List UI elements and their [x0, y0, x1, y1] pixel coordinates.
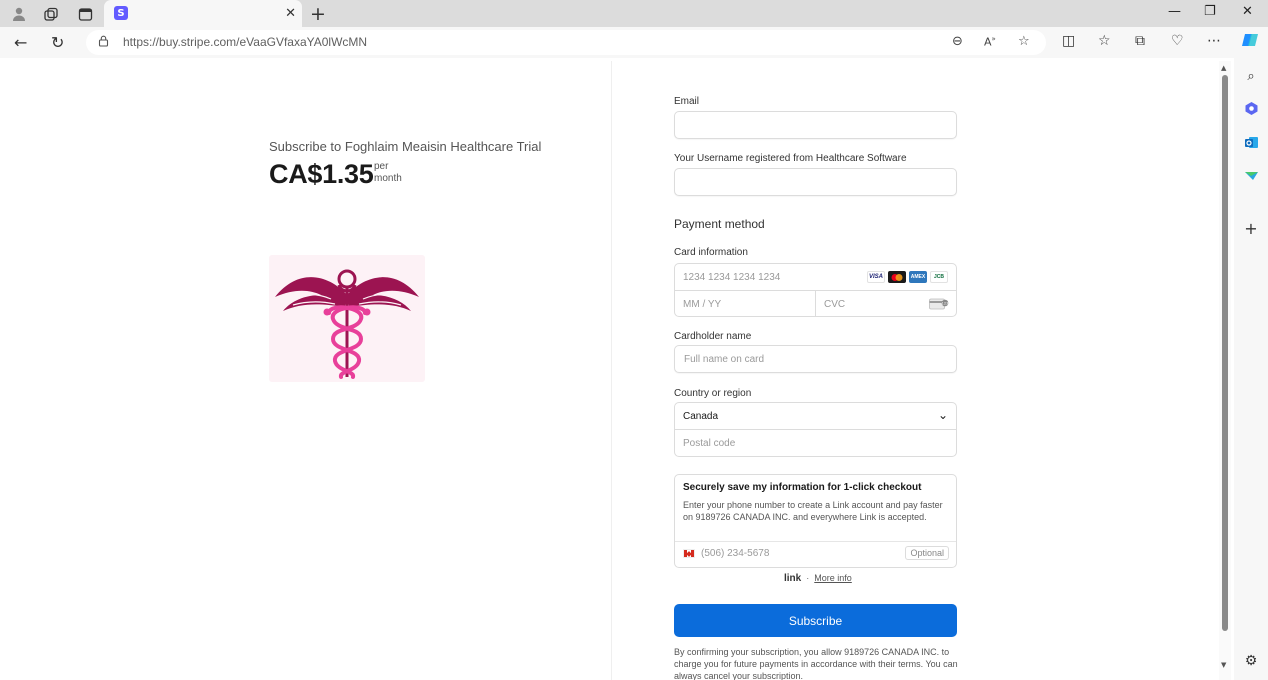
lock-icon[interactable]: [98, 35, 109, 50]
scroll-down-icon[interactable]: ▼: [1221, 661, 1226, 669]
tab-strip: S ✕ + — ❐ ✕: [0, 0, 1268, 27]
username-input[interactable]: [675, 169, 956, 195]
favorites-icon[interactable]: ☆: [1098, 33, 1111, 49]
workspaces-icon[interactable]: [42, 5, 60, 23]
edge-sidebar: ⌕ + ⚙: [1234, 58, 1268, 680]
email-field[interactable]: [674, 111, 957, 139]
email-label: Email: [674, 96, 700, 107]
country-select[interactable]: Canada ⌄: [675, 403, 956, 430]
scroll-up-icon[interactable]: ▲: [1221, 64, 1226, 72]
more-icon[interactable]: ⋯: [1207, 33, 1221, 49]
link-separator: [675, 541, 956, 542]
subscription-terms: By confirming your subscription, you all…: [674, 647, 958, 680]
username-field[interactable]: [674, 168, 957, 196]
country-value: Canada: [683, 411, 719, 422]
card-info-label: Card information: [674, 247, 748, 258]
add-icon[interactable]: +: [1242, 219, 1260, 238]
expiry-input[interactable]: MM / YY: [683, 299, 721, 310]
amex-icon: AMEX: [909, 271, 927, 283]
payment-method-title: Payment method: [674, 217, 765, 231]
svg-text:123: 123: [942, 301, 949, 305]
split-screen-icon[interactable]: ◫: [1062, 33, 1075, 49]
card-number-row[interactable]: 1234 1234 1234 1234 VISA AMEX JCB: [675, 264, 956, 291]
cardholder-label: Cardholder name: [674, 331, 752, 342]
mastercard-icon: [888, 271, 906, 283]
price-interval-line2: month: [374, 173, 402, 184]
link-footer: link · More info: [784, 573, 852, 584]
price-interval-line1: per: [374, 161, 389, 172]
link-footer-dot: ·: [803, 573, 812, 583]
card-field-divider: [815, 291, 816, 317]
browser-toolbar: ← ↻ https://buy.stripe.com/eVaaGVfaxaYA0…: [0, 27, 1268, 58]
canada-flag-icon[interactable]: [683, 549, 695, 558]
stripe-favicon-icon: S: [114, 6, 128, 20]
drop-icon[interactable]: [1242, 166, 1260, 184]
link-save-description: Enter your phone number to create a Link…: [683, 500, 943, 522]
product-summary: Subscribe to Foghlaim Meaisin Healthcare…: [4, 61, 611, 680]
payment-form: Email Your Username registered from Heal…: [612, 61, 1219, 680]
settings-icon[interactable]: ⚙: [1242, 652, 1260, 670]
search-icon[interactable]: ⌕: [1242, 67, 1260, 85]
jcb-icon: JCB: [930, 271, 948, 283]
country-postal-group: Canada ⌄ Postal code: [674, 402, 957, 457]
window-close-icon[interactable]: ✕: [1242, 4, 1253, 19]
url-text[interactable]: https://buy.stripe.com/eVaaGVfaxaYA0lWcM…: [123, 35, 367, 49]
page-scrollbar[interactable]: ▲ ▼: [1219, 61, 1231, 680]
cvc-card-icon: 123: [929, 297, 949, 315]
postal-code-input[interactable]: Postal code: [683, 438, 735, 449]
read-aloud-icon[interactable]: A»: [984, 35, 996, 49]
browser-essentials-icon[interactable]: ♡: [1171, 33, 1184, 49]
caduceus-icon: [275, 269, 419, 379]
copilot-app-icon[interactable]: [1242, 99, 1260, 117]
cardholder-input[interactable]: [675, 346, 956, 372]
checkout-page: Subscribe to Foghlaim Meaisin Healthcare…: [4, 61, 1219, 680]
card-information-group: 1234 1234 1234 1234 VISA AMEX JCB MM / Y…: [674, 263, 957, 317]
optional-badge: Optional: [905, 546, 949, 560]
email-input[interactable]: [675, 112, 956, 138]
visa-icon: VISA: [867, 271, 885, 283]
copilot-icon[interactable]: [1241, 31, 1259, 53]
product-name: Subscribe to Foghlaim Meaisin Healthcare…: [269, 139, 542, 154]
url-path: /eVaaGVfaxaYA0lWcMN: [236, 35, 368, 49]
back-icon[interactable]: ←: [14, 33, 27, 52]
more-info-link[interactable]: More info: [814, 573, 852, 583]
cvc-input[interactable]: CVC: [824, 299, 845, 310]
link-save-title: Securely save my information for 1-click…: [683, 482, 922, 493]
scroll-thumb[interactable]: [1222, 75, 1228, 631]
url-host: https://buy.stripe.com: [123, 35, 237, 49]
price-interval: per month: [374, 161, 402, 185]
phone-input[interactable]: (506) 234-5678: [701, 548, 769, 559]
refresh-icon[interactable]: ↻: [51, 33, 64, 52]
collections-icon[interactable]: ⧉: [1135, 33, 1145, 49]
active-tab[interactable]: S ✕: [104, 0, 302, 27]
product-image: [269, 255, 425, 382]
product-price: CA$1.35: [269, 159, 374, 189]
maximize-icon[interactable]: ❐: [1204, 4, 1216, 19]
cardholder-field[interactable]: [674, 345, 957, 373]
outlook-icon[interactable]: [1242, 133, 1260, 151]
new-tab-icon[interactable]: +: [310, 3, 326, 25]
close-icon[interactable]: ✕: [285, 5, 296, 21]
card-number-input[interactable]: 1234 1234 1234 1234: [683, 272, 780, 283]
tab-actions-icon[interactable]: [76, 5, 94, 23]
link-save-panel: Securely save my information for 1-click…: [674, 474, 957, 568]
profile-icon[interactable]: [10, 5, 28, 23]
chevron-down-icon: ⌄: [937, 408, 948, 422]
subscribe-button[interactable]: Subscribe: [674, 604, 957, 637]
link-logo: link: [784, 573, 802, 584]
zoom-icon[interactable]: ⊖: [952, 34, 963, 49]
favorite-star-icon[interactable]: ☆: [1018, 34, 1030, 49]
country-label: Country or region: [674, 388, 752, 399]
minimize-icon[interactable]: —: [1168, 4, 1181, 19]
username-label: Your Username registered from Healthcare…: [674, 153, 907, 164]
address-bar[interactable]: https://buy.stripe.com/eVaaGVfaxaYA0lWcM…: [86, 30, 1046, 55]
